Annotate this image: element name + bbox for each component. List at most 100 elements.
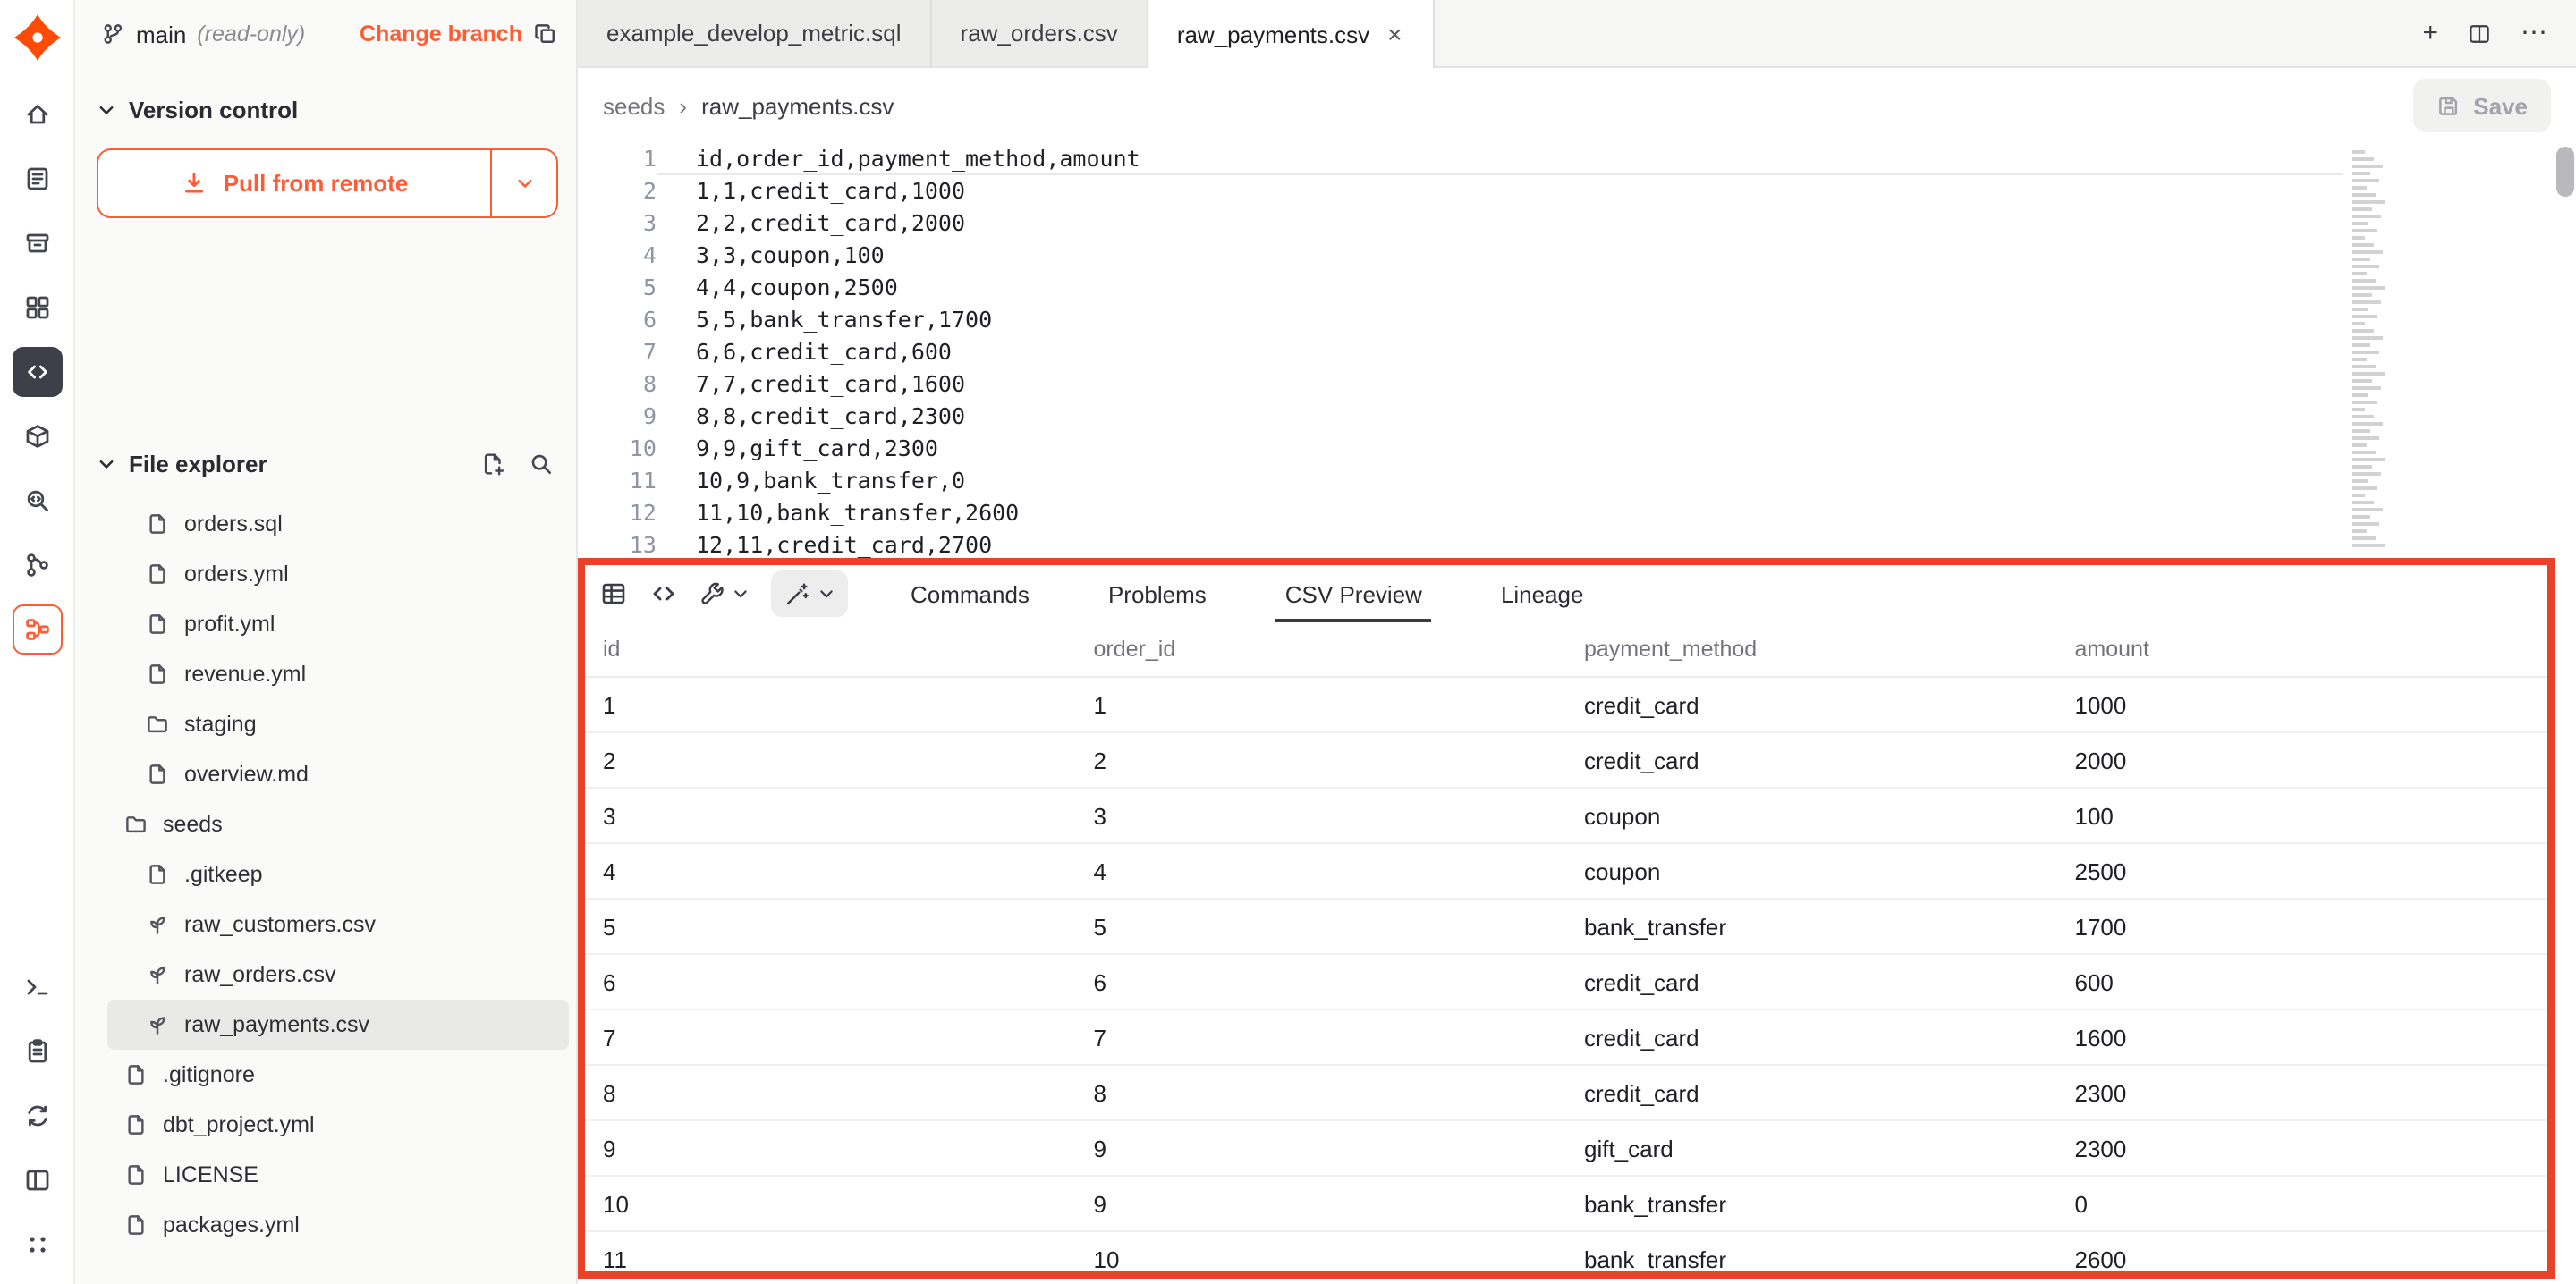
branch-readonly-label: (read-only) <box>197 21 305 46</box>
rail-sync-button[interactable] <box>12 1091 62 1141</box>
csv-col-header: order_id <box>1076 622 1567 677</box>
editor-scrollbar[interactable] <box>2556 147 2574 197</box>
minimap[interactable] <box>2352 150 2395 547</box>
editor-tab-example_develop_metric.sql[interactable]: example_develop_metric.sql <box>578 0 932 66</box>
save-button[interactable]: Save <box>2412 79 2551 132</box>
code-editor[interactable]: 1id,order_id,payment_method,amount21,1,c… <box>578 143 2576 558</box>
panel-tab-Problems[interactable]: Problems <box>1103 565 1212 622</box>
git-branch-icon <box>100 21 125 46</box>
pull-from-remote-button[interactable]: Pull from remote <box>97 148 558 218</box>
rail-terminal-button[interactable] <box>12 962 62 1012</box>
tab-actions: + ⋯ <box>2422 0 2576 66</box>
code-line: 1110,9,bank_transfer,0 <box>578 465 2576 497</box>
file-item-LICENSE[interactable]: LICENSE <box>107 1150 569 1200</box>
file-explorer-header[interactable]: File explorer <box>75 451 576 477</box>
more-options-icon[interactable]: ⋯ <box>2521 20 2547 46</box>
search-icon[interactable] <box>528 451 555 477</box>
file-item-profit.yml[interactable]: profit.yml <box>107 599 569 649</box>
rail-layout-button[interactable] <box>12 1155 62 1205</box>
code-line: 76,6,credit_card,600 <box>578 336 2576 368</box>
csv-row: 99gift_card2300 <box>585 1120 2547 1176</box>
line-number: 12 <box>578 497 657 529</box>
code-view-icon[interactable] <box>649 579 678 608</box>
code-text: id,order_id,payment_method,amount <box>657 143 2343 175</box>
main-area: example_develop_metric.sqlraw_orders.csv… <box>578 0 2576 1284</box>
csv-cell: 5 <box>585 899 1076 954</box>
editor-tab-raw_payments.csv[interactable]: raw_payments.csv× <box>1148 0 1435 68</box>
file-label: packages.yml <box>163 1212 300 1238</box>
rail-home-button[interactable] <box>12 89 62 139</box>
csv-row: 55bank_transfer1700 <box>585 899 2547 954</box>
file-item-overview.md[interactable]: overview.md <box>107 749 569 799</box>
csv-cell: 2300 <box>2057 1120 2548 1176</box>
copy-branch-icon[interactable] <box>533 21 558 46</box>
split-editor-icon[interactable] <box>2467 21 2492 46</box>
file-item-packages.yml[interactable]: packages.yml <box>107 1200 569 1250</box>
file-label: orders.yml <box>184 562 289 587</box>
rail-search-code-button[interactable] <box>12 476 62 526</box>
chevron-down-icon <box>97 454 116 474</box>
seed-icon <box>143 912 172 937</box>
version-control-section: Version control Pull from remote <box>75 97 576 218</box>
new-file-icon[interactable] <box>479 451 506 477</box>
pull-options-caret[interactable] <box>490 150 556 216</box>
file-item-raw_orders.csv[interactable]: raw_orders.csv <box>107 950 569 1000</box>
file-icon <box>143 562 172 587</box>
panel-tab-Lineage[interactable]: Lineage <box>1496 565 1589 622</box>
rail-branch-network-button[interactable] <box>12 540 62 590</box>
panel-tab-CSV Preview[interactable]: CSV Preview <box>1280 565 1428 622</box>
file-item-raw_customers.csv[interactable]: raw_customers.csv <box>107 900 569 950</box>
code-line: 87,7,credit_card,1600 <box>578 368 2576 401</box>
version-control-header[interactable]: Version control <box>75 97 576 123</box>
assist-wand-button[interactable] <box>771 570 848 617</box>
csv-cell: 9 <box>1076 1176 1567 1231</box>
csv-cell: 1 <box>1076 677 1567 732</box>
rail-archive-button[interactable] <box>12 218 62 268</box>
rail-lineage-button[interactable] <box>12 604 62 655</box>
csv-cell: 1000 <box>2057 677 2548 732</box>
csv-row: 88credit_card2300 <box>585 1065 2547 1120</box>
bottom-panel: CommandsProblemsCSV PreviewLineage idord… <box>578 558 2555 1279</box>
line-number: 5 <box>578 272 657 304</box>
line-number: 4 <box>578 240 657 272</box>
build-tools-icon[interactable] <box>699 580 750 607</box>
table-view-icon[interactable] <box>599 579 628 608</box>
rail-apps-button[interactable] <box>12 1220 62 1270</box>
close-tab-icon[interactable]: × <box>1385 20 1403 48</box>
csv-cell: 6 <box>585 954 1076 1009</box>
new-tab-icon[interactable]: + <box>2422 20 2438 46</box>
editor-tab-raw_orders.csv[interactable]: raw_orders.csv <box>932 0 1148 66</box>
code-text: 8,8,credit_card,2300 <box>657 401 2343 433</box>
rail-editor-button[interactable] <box>12 347 62 397</box>
code-text: 12,11,credit_card,2700 <box>657 529 2343 558</box>
file-item-staging[interactable]: staging <box>107 699 569 749</box>
file-label: staging <box>184 712 257 737</box>
file-item-orders.sql[interactable]: orders.sql <box>107 499 569 549</box>
file-item-.gitkeep[interactable]: .gitkeep <box>107 849 569 900</box>
code-line: 43,3,coupon,100 <box>578 240 2576 272</box>
change-branch-link[interactable]: Change branch <box>360 21 522 46</box>
breadcrumb-parent[interactable]: seeds <box>603 92 665 119</box>
file-item-dbt_project.yml[interactable]: dbt_project.yml <box>107 1100 569 1150</box>
csv-row: 33coupon100 <box>585 788 2547 843</box>
code-line: 1id,order_id,payment_method,amount <box>578 143 2576 175</box>
file-item-.gitignore[interactable]: .gitignore <box>107 1050 569 1100</box>
apps-icon <box>22 1230 51 1259</box>
rail-notebook-button[interactable] <box>12 154 62 204</box>
rail-clipboard-button[interactable] <box>12 1026 62 1077</box>
file-item-revenue.yml[interactable]: revenue.yml <box>107 649 569 699</box>
csv-cell: 9 <box>585 1120 1076 1176</box>
pull-main[interactable]: Pull from remote <box>98 150 490 216</box>
file-item-orders.yml[interactable]: orders.yml <box>107 549 569 599</box>
rail-package-button[interactable] <box>12 411 62 461</box>
code-line: 1211,10,bank_transfer,2600 <box>578 497 2576 529</box>
file-label: .gitkeep <box>184 862 263 887</box>
line-number: 8 <box>578 368 657 401</box>
code-text: 3,3,coupon,100 <box>657 240 2343 272</box>
rail-bottom-group <box>12 962 62 1270</box>
file-item-seeds[interactable]: seeds <box>107 799 569 849</box>
code-text: 5,5,bank_transfer,1700 <box>657 304 2343 336</box>
file-item-raw_payments.csv[interactable]: raw_payments.csv <box>107 1000 569 1050</box>
rail-grid-button[interactable] <box>12 283 62 333</box>
panel-tab-Commands[interactable]: Commands <box>905 565 1035 622</box>
